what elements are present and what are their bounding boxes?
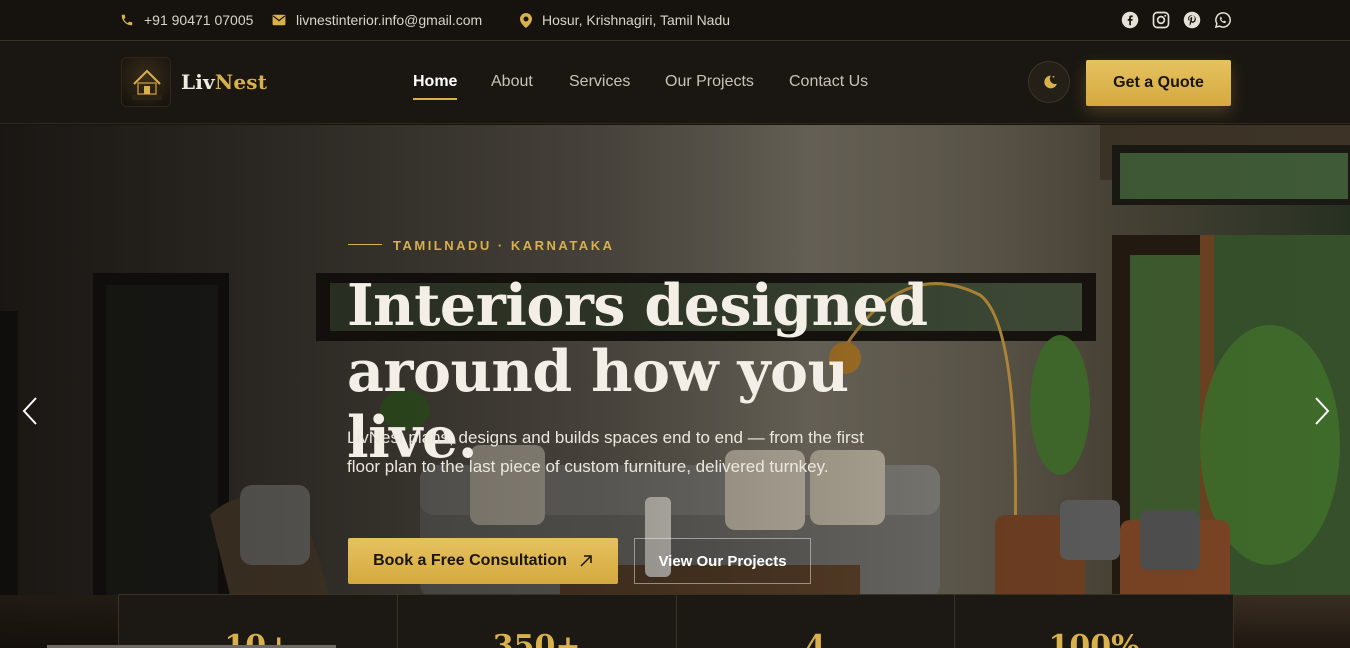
instagram-icon[interactable] <box>1152 11 1170 29</box>
brand-name-part2: Nest <box>214 70 268 94</box>
stat-card: 4 <box>677 595 956 648</box>
nav-services[interactable]: Services <box>569 73 630 91</box>
brand-name-part1: Liv <box>181 70 215 94</box>
stat-card: 350+ <box>398 595 677 648</box>
hero-eyebrow: TAMILNADU · KARNATAKA <box>393 238 615 253</box>
prev-slide-button[interactable] <box>18 395 42 427</box>
stat-card: 100% <box>955 595 1233 648</box>
active-nav-indicator <box>413 98 457 100</box>
theme-toggle-button[interactable] <box>1028 61 1070 103</box>
book-consultation-button[interactable]: Book a Free Consultation <box>348 538 618 584</box>
eyebrow-line <box>348 244 382 245</box>
email-address: livnestinterior.info@gmail.com <box>296 12 483 28</box>
stats-bar: 10+ 350+ 4 100% <box>118 594 1234 648</box>
location-info: Hosur, Krishnagiri, Tamil Nadu <box>520 0 730 40</box>
nav-home[interactable]: Home <box>413 73 457 91</box>
facebook-icon[interactable] <box>1121 11 1139 29</box>
moon-icon <box>1044 75 1057 89</box>
main-header: LivNest Home About Services Our Projects… <box>0 42 1350 124</box>
location-text: Hosur, Krishnagiri, Tamil Nadu <box>542 12 731 28</box>
book-consultation-label: Book a Free Consultation <box>373 552 567 569</box>
hero-description: LivNest plans, designs and builds spaces… <box>347 428 864 476</box>
phone-number: +91 90471 07005 <box>144 12 254 28</box>
brand-name[interactable]: LivNest <box>181 70 267 94</box>
location-pin-icon <box>520 12 532 28</box>
stat-value: 4 <box>804 629 826 648</box>
next-slide-button[interactable] <box>1310 395 1334 427</box>
stat-value: 350+ <box>492 629 581 648</box>
nav-our-projects[interactable]: Our Projects <box>665 73 754 91</box>
stat-card: 10+ <box>119 595 398 648</box>
hero-headline-line1: Interiors designed <box>347 272 928 339</box>
brand-logo[interactable] <box>121 57 171 107</box>
get-quote-button[interactable]: Get a Quote <box>1086 60 1231 106</box>
nav-about[interactable]: About <box>491 73 533 91</box>
arrow-up-right-icon <box>580 555 592 567</box>
mail-icon <box>272 14 286 26</box>
top-bar: +91 90471 07005 livnestinterior.info@gma… <box>0 0 1350 41</box>
view-projects-button[interactable]: View Our Projects <box>634 538 811 584</box>
stat-value: 100% <box>1048 629 1140 648</box>
chevron-right-icon <box>1315 397 1330 425</box>
nav-contact-us[interactable]: Contact Us <box>789 73 868 91</box>
chevron-left-icon <box>22 397 37 425</box>
phone-info[interactable]: +91 90471 07005 <box>120 0 253 40</box>
whatsapp-icon[interactable] <box>1214 11 1232 29</box>
email-info[interactable]: livnestinterior.info@gmail.com <box>272 0 482 40</box>
hero-section: TAMILNADU · KARNATAKA Interiors designed… <box>0 125 1350 648</box>
pinterest-icon[interactable] <box>1183 11 1201 29</box>
phone-icon <box>121 14 133 26</box>
